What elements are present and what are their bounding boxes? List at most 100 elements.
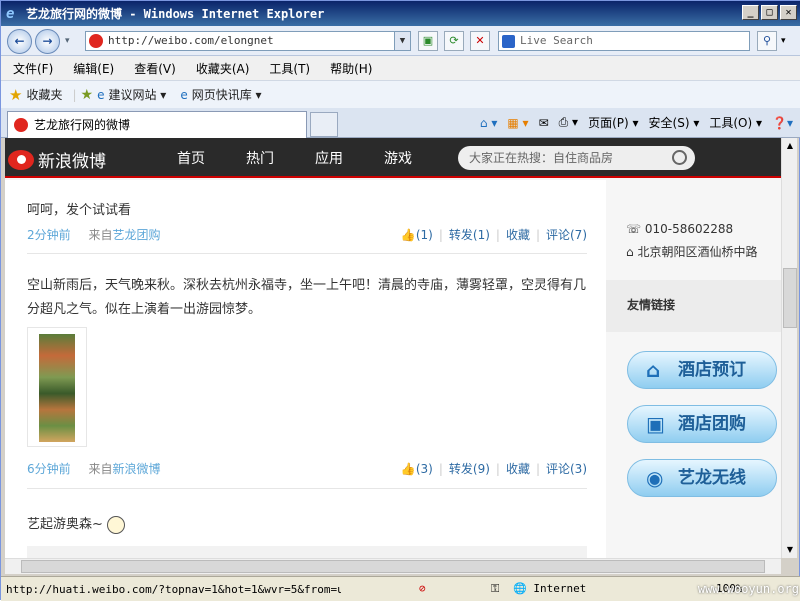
- elong-wireless-button[interactable]: ◉ 艺龙无线: [627, 459, 777, 497]
- favorite-link[interactable]: 收藏: [506, 462, 530, 476]
- divider: [27, 488, 587, 489]
- help-icon[interactable]: ❓▾: [772, 116, 793, 130]
- suggested-sites-link[interactable]: 建议网站 ▾: [108, 86, 166, 103]
- scroll-up-icon[interactable]: ▲: [782, 138, 798, 154]
- post-source[interactable]: 新浪微博: [112, 462, 160, 476]
- maximize-button[interactable]: □: [761, 5, 778, 20]
- post-2: 空山新雨后，天气晚来秋。深秋去杭州永福寺，坐一上午吧！清晨的寺庙，薄雾轻罩，空灵…: [27, 274, 587, 322]
- tab-weibo[interactable]: 艺龙旅行网的微博: [7, 111, 307, 138]
- refresh-icon[interactable]: ⟳: [444, 31, 464, 51]
- tab-label: 艺龙旅行网的微博: [34, 118, 131, 132]
- post-actions: 👍(1) | 转发(1) | 收藏 | 评论(7): [400, 228, 587, 242]
- scroll-down-icon[interactable]: ▼: [782, 542, 798, 558]
- new-tab-button[interactable]: [310, 112, 338, 137]
- post-meta: 6分钟前 来自新浪微博 👍(3) | 转发(9) | 收藏 | 评论(3): [27, 462, 587, 476]
- friends-links-header: 友情链接: [606, 280, 781, 332]
- back-button[interactable]: ←: [7, 29, 32, 54]
- comment-link[interactable]: 评论(3): [546, 462, 587, 476]
- search-placeholder: Live Search: [520, 34, 593, 47]
- post-1: 呵呵，发个试试看: [27, 199, 587, 223]
- contact-phone: ☏ 010-58602288: [626, 222, 734, 236]
- like-count[interactable]: (1): [416, 228, 433, 242]
- like-icon[interactable]: 👍: [401, 228, 416, 242]
- watermark: www.wooyun.org: [697, 582, 799, 596]
- scroll-thumb[interactable]: [21, 560, 765, 573]
- window-title: 艺龙旅行网的微博 - Windows Internet Explorer: [26, 7, 325, 21]
- stop-icon[interactable]: ✕: [470, 31, 490, 51]
- webslice-link[interactable]: 网页快讯库 ▾: [192, 86, 262, 103]
- forward-button[interactable]: →: [35, 29, 60, 54]
- nav-hot[interactable]: 热门: [246, 148, 274, 168]
- safety-menu[interactable]: 安全(S) ▾: [649, 114, 700, 131]
- menu-view[interactable]: 查看(V): [122, 60, 184, 77]
- tab-bar: 艺龙旅行网的微博 ⌂ ▾ ▦ ▾ ✉ ⎙ ▾ 页面(P) ▾ 安全(S) ▾ 工…: [1, 108, 800, 138]
- post-time[interactable]: 6分钟前: [27, 462, 71, 476]
- post-time[interactable]: 2分钟前: [27, 228, 71, 242]
- menu-bar: 文件(F) 编辑(E) 查看(V) 收藏夹(A) 工具(T) 帮助(H): [1, 56, 800, 80]
- favorites-button[interactable]: 收藏夹: [26, 86, 62, 103]
- home-icon[interactable]: ⌂ ▾: [480, 116, 497, 130]
- weibo-logo[interactable]: 新浪微博: [8, 147, 106, 172]
- menu-tools[interactable]: 工具(T): [257, 60, 318, 77]
- scroll-thumb[interactable]: [783, 268, 797, 328]
- favorite-link[interactable]: 收藏: [506, 228, 530, 242]
- address-bar[interactable]: http://weibo.com/elongnet ▼: [85, 31, 411, 51]
- ie-icon: e: [6, 5, 15, 22]
- search-input[interactable]: Live Search: [498, 31, 750, 51]
- minimize-button[interactable]: _: [742, 5, 759, 20]
- menu-edit[interactable]: 编辑(E): [61, 60, 122, 77]
- post-image-thumbnail[interactable]: [27, 327, 87, 447]
- favorites-bar: ★ 收藏夹 | ★ e 建议网站 ▾ e 网页快讯库 ▾: [1, 80, 800, 108]
- menu-file[interactable]: 文件(F): [1, 60, 61, 77]
- nav-home[interactable]: 首页: [177, 148, 205, 168]
- comment-link[interactable]: 评论(7): [546, 228, 587, 242]
- address-row: ← → ▾ http://weibo.com/elongnet ▼ ▣ ⟳ ✕ …: [1, 26, 800, 56]
- address-url: http://weibo.com/elongnet: [108, 34, 274, 47]
- phone-icon: ☏: [626, 222, 645, 236]
- search-options-icon[interactable]: ▾: [781, 36, 786, 46]
- rss-icon: ◉: [646, 466, 664, 490]
- print-icon[interactable]: ⎙ ▾: [559, 115, 578, 130]
- vertical-scrollbar[interactable]: ▲ ▼: [781, 138, 797, 558]
- feeds-icon[interactable]: ▦ ▾: [507, 116, 528, 130]
- hotel-booking-button[interactable]: ⌂ 酒店预订: [627, 351, 777, 389]
- like-count[interactable]: (3): [416, 462, 433, 476]
- nav-apps[interactable]: 应用: [315, 148, 343, 168]
- home-icon: ⌂: [646, 358, 661, 382]
- popup-blocked-icon[interactable]: ⊘: [419, 582, 426, 595]
- compatibility-icon[interactable]: ▣: [418, 31, 438, 51]
- repost-box: [27, 546, 587, 558]
- command-bar: ⌂ ▾ ▦ ▾ ✉ ⎙ ▾ 页面(P) ▾ 安全(S) ▾ 工具(O) ▾ ❓▾: [470, 114, 800, 131]
- page-menu[interactable]: 页面(P) ▾: [588, 114, 638, 131]
- mail-icon[interactable]: ✉: [539, 116, 549, 130]
- weibo-logo-text: 新浪微博: [38, 152, 106, 172]
- tools-menu[interactable]: 工具(O) ▾: [709, 114, 762, 131]
- weibo-search-input[interactable]: 大家正在热搜：自住商品房: [458, 146, 695, 170]
- post-meta: 2分钟前 来自艺龙团购 👍(1) | 转发(1) | 收藏 | 评论(7): [27, 228, 587, 242]
- like-icon[interactable]: 👍: [401, 462, 416, 476]
- repost-link[interactable]: 转发(9): [449, 462, 490, 476]
- post-3: 艺起游奥森~: [27, 513, 587, 537]
- building-icon: ⌂: [626, 245, 638, 259]
- repost-link[interactable]: 转发(1): [449, 228, 490, 242]
- add-favorite-icon[interactable]: ★: [81, 87, 94, 103]
- protected-mode-icon[interactable]: ⚿: [491, 582, 499, 596]
- emoticon-icon: [107, 515, 126, 534]
- horizontal-scrollbar[interactable]: [5, 558, 781, 574]
- menu-favorites[interactable]: 收藏夹(A): [184, 60, 258, 77]
- browser-window: e 艺龙旅行网的微博 - Windows Internet Explorer _…: [0, 0, 800, 601]
- history-dropdown-icon[interactable]: ▾: [65, 36, 70, 46]
- post-text: 空山新雨后，天气晚来秋。深秋去杭州永福寺，坐一上午吧！清晨的寺庙，薄雾轻罩，空灵…: [27, 278, 587, 317]
- search-button[interactable]: ⚲: [757, 31, 777, 51]
- post-source[interactable]: 艺龙团购: [112, 228, 160, 242]
- search-icon[interactable]: [672, 150, 687, 165]
- menu-help[interactable]: 帮助(H): [318, 60, 380, 77]
- hotel-group-buy-button[interactable]: ▣ 酒店团购: [627, 405, 777, 443]
- nav-games[interactable]: 游戏: [384, 148, 412, 168]
- close-button[interactable]: ✕: [780, 5, 797, 20]
- globe-icon: 🌐: [513, 582, 534, 595]
- address-dropdown-icon[interactable]: ▼: [394, 32, 410, 50]
- sidebar: ☏ 010-58602288 ⌂ 北京朝阳区酒仙桥中路 友情链接 ⌂ 酒店预订 ▣…: [606, 180, 781, 558]
- webslice-icon: e: [180, 87, 188, 102]
- status-bar: http://huati.weibo.com/?topnav=1&hot=1&w…: [1, 576, 800, 601]
